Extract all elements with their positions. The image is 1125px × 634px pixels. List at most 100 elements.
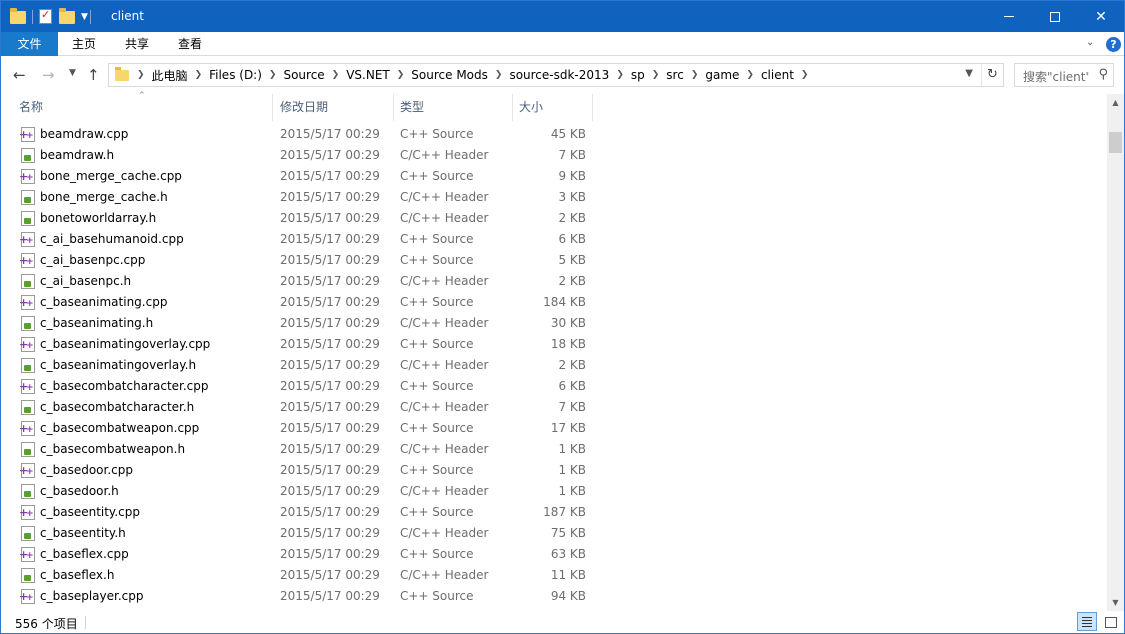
search-icon[interactable]: ⚲ [1098, 67, 1108, 82]
refresh-icon[interactable]: ↻ [981, 64, 1003, 86]
file-row[interactable]: c_basecombatcharacter.cpp 2015/5/17 00:29… [13, 376, 593, 397]
chevron-right-icon[interactable]: ❯ [393, 70, 409, 80]
file-date-modified: 2015/5/17 00:29 [280, 190, 380, 204]
file-row[interactable]: c_baseentity.cpp 2015/5/17 00:29 C++ Sourc… [13, 502, 593, 523]
chevron-right-icon[interactable]: ❯ [687, 70, 703, 80]
file-list[interactable]: beamdraw.cpp 2015/5/17 00:29 C++ Source 45 … [1, 124, 1106, 607]
file-size: 18 KB [550, 337, 586, 351]
chevron-right-icon[interactable]: ❯ [612, 70, 628, 80]
file-row[interactable]: c_basedoor.cpp 2015/5/17 00:29 C++ Source 1… [13, 460, 593, 481]
file-name: c_basecombatweapon.cpp [40, 421, 200, 435]
column-header-type[interactable]: 类型 [394, 94, 513, 121]
file-row[interactable]: c_baseflex.cpp 2015/5/17 00:29 C++ Source 6… [13, 544, 593, 565]
scroll-up-arrow-icon[interactable]: ▲ [1107, 94, 1124, 111]
breadcrumb-item[interactable]: 此电脑 [149, 67, 191, 84]
file-row[interactable]: c_basecombatcharacter.h 2015/5/17 00:29 C/… [13, 397, 593, 418]
file-row[interactable]: c_basecombatweapon.cpp 2015/5/17 00:29 C++… [13, 418, 593, 439]
forward-arrow-icon[interactable]: → [42, 66, 55, 84]
chevron-right-icon[interactable]: ❯ [648, 70, 664, 80]
file-row[interactable]: c_baseanimatingoverlay.h 2015/5/17 00:29 C… [13, 355, 593, 376]
file-date-modified: 2015/5/17 00:29 [280, 421, 380, 435]
file-type: C++ Source [400, 589, 474, 603]
back-arrow-icon[interactable]: ← [13, 66, 26, 84]
file-row[interactable]: c_ai_basenpc.h 2015/5/17 00:29 C/C++ Heade… [13, 271, 593, 292]
file-name: c_baseentity.cpp [40, 505, 140, 519]
properties-icon[interactable] [39, 8, 55, 25]
file-size: 184 KB [543, 295, 586, 309]
file-row[interactable]: bonetoworldarray.h 2015/5/17 00:29 C/C++ H… [13, 208, 593, 229]
file-row[interactable]: bone_merge_cache.h 2015/5/17 00:29 C/C++ H… [13, 187, 593, 208]
ribbon-tabs: 文件 主页 共享 查看 ⌄ ? [1, 32, 1124, 56]
scrollbar-thumb[interactable] [1109, 132, 1122, 153]
file-size: 5 KB [558, 253, 586, 267]
breadcrumb-item[interactable]: Files (D:) [206, 68, 265, 82]
file-row[interactable]: beamdraw.cpp 2015/5/17 00:29 C++ Source 45 … [13, 124, 593, 145]
column-header-date-modified[interactable]: 修改日期 [274, 94, 394, 121]
breadcrumb-item[interactable]: sp [628, 68, 648, 82]
tab-view[interactable]: 查看 [167, 32, 213, 56]
file-row[interactable]: c_baseplayer.cpp 2015/5/17 00:29 C++ Sourc… [13, 586, 593, 607]
scroll-down-arrow-icon[interactable]: ▼ [1107, 594, 1124, 611]
file-row[interactable]: c_basedoor.h 2015/5/17 00:29 C/C++ Header 1… [13, 481, 593, 502]
tab-home[interactable]: 主页 [61, 32, 107, 56]
breadcrumb-item[interactable]: Source [280, 68, 327, 82]
file-type: C++ Source [400, 253, 474, 267]
file-row[interactable]: c_baseanimating.cpp 2015/5/17 00:29 C++ So… [13, 292, 593, 313]
file-size: 2 KB [558, 274, 586, 288]
address-bar[interactable]: ❯ 此电脑 ❯ Files (D:) ❯ Source ❯ VS.NET ❯ Source Mo… [108, 63, 1004, 87]
breadcrumb-item[interactable]: src [663, 68, 687, 82]
customize-toolbar-chevron-icon[interactable]: ▼ [81, 12, 88, 22]
file-row[interactable]: beamdraw.h 2015/5/17 00:29 C/C++ Header 7 K… [13, 145, 593, 166]
file-size: 6 KB [558, 232, 586, 246]
file-size: 11 KB [550, 568, 586, 582]
maximize-button[interactable] [1032, 1, 1078, 32]
header-file-icon [21, 400, 35, 415]
address-history-chevron-icon[interactable]: ▼ [965, 68, 973, 79]
cpp-file-icon [19, 547, 35, 562]
file-row[interactable]: c_baseanimatingoverlay.cpp 2015/5/17 00:2… [13, 334, 593, 355]
search-input[interactable]: 搜索"client" [1023, 68, 1089, 85]
file-type: C++ Source [400, 232, 474, 246]
maximize-icon [1050, 11, 1060, 22]
minimize-button[interactable] [986, 1, 1032, 32]
search-box[interactable]: 搜索"client" ⚲ [1014, 63, 1114, 87]
title-bar[interactable]: ▼ client ✕ [1, 1, 1124, 32]
chevron-right-icon[interactable]: ❯ [265, 70, 281, 80]
chevron-right-icon[interactable]: ❯ [133, 70, 149, 80]
file-date-modified: 2015/5/17 00:29 [280, 274, 380, 288]
file-row[interactable]: c_ai_basenpc.cpp 2015/5/17 00:29 C++ Sourc… [13, 250, 593, 271]
chevron-right-icon[interactable]: ❯ [328, 70, 344, 80]
file-row[interactable]: c_baseanimating.h 2015/5/17 00:29 C/C++ He… [13, 313, 593, 334]
file-name: c_baseanimating.h [40, 316, 154, 330]
help-icon[interactable]: ? [1106, 37, 1121, 52]
chevron-right-icon[interactable]: ❯ [742, 70, 758, 80]
file-row[interactable]: c_basecombatweapon.h 2015/5/17 00:29 C/C++… [13, 439, 593, 460]
file-row[interactable]: bone_merge_cache.cpp 2015/5/17 00:29 C++ S… [13, 166, 593, 187]
breadcrumb-item[interactable]: game [702, 68, 742, 82]
file-row[interactable]: c_baseentity.h 2015/5/17 00:29 C/C++ Heade… [13, 523, 593, 544]
file-row[interactable]: c_ai_basehumanoid.cpp 2015/5/17 00:29 C++ … [13, 229, 593, 250]
file-row[interactable]: c_baseflex.h 2015/5/17 00:29 C/C++ Header 1… [13, 565, 593, 586]
chevron-right-icon[interactable]: ❯ [491, 70, 507, 80]
breadcrumb-item[interactable]: client [758, 68, 797, 82]
large-icons-view-icon[interactable] [1101, 613, 1119, 630]
recent-locations-chevron-icon[interactable]: ▼ [69, 68, 76, 78]
details-view-icon[interactable] [1077, 612, 1097, 631]
chevron-right-icon[interactable]: ❯ [191, 70, 207, 80]
breadcrumb-item[interactable]: VS.NET [343, 68, 393, 82]
minimize-icon [1004, 16, 1014, 17]
cpp-file-icon [19, 169, 35, 184]
vertical-scrollbar[interactable]: ▲ ▼ [1107, 94, 1124, 611]
column-header-name[interactable]: 名称 [13, 94, 273, 121]
tab-share[interactable]: 共享 [114, 32, 160, 56]
up-arrow-icon[interactable]: ↑ [87, 66, 100, 84]
expand-ribbon-chevron-icon[interactable]: ⌄ [1086, 37, 1094, 48]
close-button[interactable]: ✕ [1078, 1, 1124, 32]
column-header-size[interactable]: 大小 [513, 94, 593, 121]
file-date-modified: 2015/5/17 00:29 [280, 568, 380, 582]
new-folder-icon[interactable] [59, 8, 75, 25]
breadcrumb-item[interactable]: source-sdk-2013 [506, 68, 612, 82]
chevron-right-icon[interactable]: ❯ [797, 70, 813, 80]
tab-file[interactable]: 文件 [1, 32, 58, 56]
breadcrumb-item[interactable]: Source Mods [408, 68, 491, 82]
